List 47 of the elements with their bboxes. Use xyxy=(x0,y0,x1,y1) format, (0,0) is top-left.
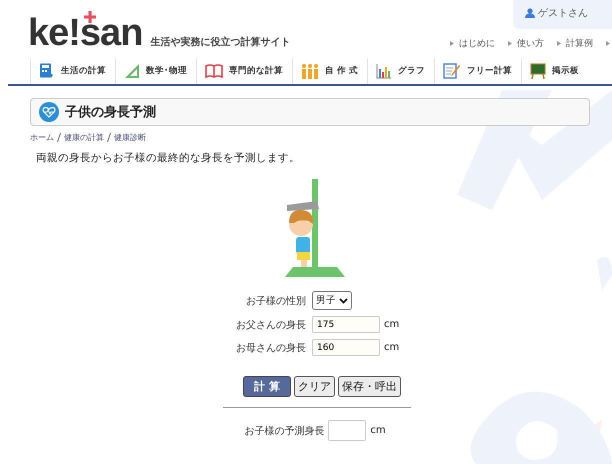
field-label: お父さんの身長 xyxy=(235,318,306,332)
nav-tab[interactable]: フリー計算 xyxy=(434,58,521,84)
site-logo[interactable]: ke!san xyxy=(28,13,142,53)
people-icon xyxy=(301,63,319,79)
blackboard-icon xyxy=(530,63,546,79)
triangle-icon xyxy=(606,41,610,46)
nav-tab[interactable]: 数学･物理 xyxy=(115,58,196,84)
height-input[interactable]: 160 xyxy=(312,339,380,356)
nav-tab[interactable]: 掲示板 xyxy=(520,58,581,84)
user-icon xyxy=(525,8,535,18)
breadcrumb-link[interactable]: ホーム xyxy=(30,132,54,143)
unit-label: cm xyxy=(384,342,400,353)
notepad-pencil-icon xyxy=(442,63,461,79)
height-input[interactable]: 175 xyxy=(312,316,380,333)
result-label: お子様の予測身長 xyxy=(244,424,324,438)
unit-label: cm xyxy=(384,319,400,330)
triangle-icon xyxy=(450,41,454,46)
slash-separator-icon xyxy=(107,133,111,142)
slash-separator-icon xyxy=(57,133,61,142)
action-button[interactable]: クリア xyxy=(294,376,335,397)
nav-tab[interactable]: 自 作 式 xyxy=(292,58,367,84)
calculator-icon xyxy=(39,63,55,79)
triangle-icon xyxy=(557,41,561,46)
nav-tab[interactable]: 専門的な計算 xyxy=(196,58,292,84)
chevron-down-icon xyxy=(339,298,348,304)
page-title: 子供の身長予測 xyxy=(65,104,156,121)
bar-chart-icon xyxy=(376,63,392,79)
action-button[interactable]: 計 算 xyxy=(243,376,291,397)
book-icon xyxy=(205,64,223,78)
description-text: 両親の身長からお子様の最終的な身長を予測します。 xyxy=(36,151,301,165)
header-link[interactable]: 計算例 xyxy=(566,37,593,50)
nav-tab[interactable]: グラフ xyxy=(366,58,434,84)
breadcrumb-link[interactable]: 健康の計算 xyxy=(64,132,104,143)
triangle-icon xyxy=(508,41,512,46)
gender-select[interactable]: 男子 xyxy=(312,291,352,310)
field-label: お母さんの身長 xyxy=(235,342,306,354)
heart-pulse-icon xyxy=(39,102,59,122)
site-tagline: 生活や実務に役立つ計算サイト xyxy=(150,35,290,49)
user-menu[interactable]: ゲストさん xyxy=(513,0,612,29)
nav-tab[interactable]: 生活の計算 xyxy=(30,58,115,84)
breadcrumb-link[interactable]: 健康診断 xyxy=(114,132,146,143)
header-link[interactable]: 使い方 xyxy=(517,37,544,50)
result-field[interactable] xyxy=(328,420,366,441)
unit-label: cm xyxy=(370,425,386,436)
header-link[interactable]: はじめに xyxy=(459,37,495,50)
action-button[interactable]: 保存・呼出 xyxy=(338,376,401,397)
field-label: お子様の性別 xyxy=(245,294,306,308)
